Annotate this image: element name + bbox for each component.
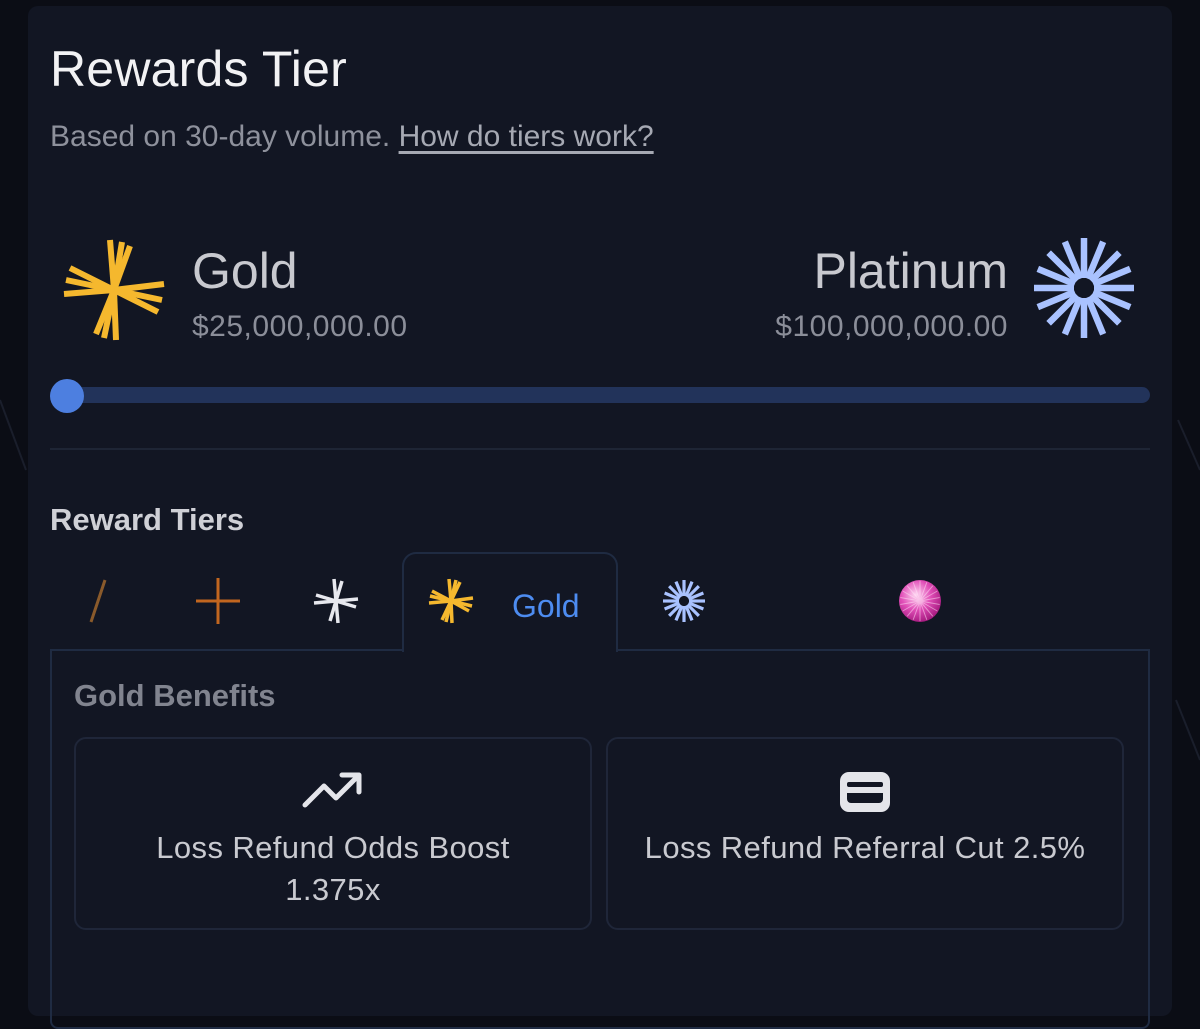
- tab-gold-icon-wrap: [426, 561, 476, 641]
- subtitle: Based on 30-day volume. How do tiers wor…: [50, 120, 654, 154]
- pink-sunburst-icon: [899, 580, 941, 622]
- tab-tier-5[interactable]: [654, 561, 714, 641]
- platinum-starburst-icon: [663, 580, 705, 622]
- tab-tier-1[interactable]: [68, 561, 128, 641]
- tab-tier-2[interactable]: [188, 561, 248, 641]
- benefit-card-referral-cut: Loss Refund Referral Cut 2.5%: [606, 737, 1124, 930]
- subtitle-text: Based on 30-day volume.: [50, 120, 391, 153]
- tab-tier-3[interactable]: [306, 561, 366, 641]
- page-title: Rewards Tier: [50, 41, 347, 97]
- reward-tiers-title: Reward Tiers: [50, 502, 245, 537]
- rewards-tier-card: Rewards Tier Based on 30-day volume. How…: [28, 6, 1172, 1029]
- diamond-starburst-icon: [781, 580, 823, 622]
- next-tier-amount: $100,000,000.00: [775, 310, 1008, 343]
- slash-icon: [89, 579, 107, 623]
- plus-icon: [196, 578, 240, 624]
- benefit-card-odds-boost: Loss Refund Odds Boost 1.375x: [74, 737, 592, 930]
- tab-tier-6[interactable]: [772, 561, 832, 641]
- wallet-icon: [840, 772, 890, 812]
- tab-tier-7[interactable]: [890, 561, 950, 641]
- benefit-label: Loss Refund Odds Boost 1.375x: [156, 830, 510, 907]
- tab-panel-join: [404, 647, 616, 651]
- next-tier-name: Platinum: [813, 243, 1008, 299]
- silver-star-icon: [313, 578, 359, 624]
- gold-star-icon: [428, 578, 474, 624]
- progress-knob: [50, 379, 84, 413]
- trending-up-icon: [302, 772, 362, 808]
- current-tier-amount: $25,000,000.00: [192, 310, 408, 343]
- how-tiers-work-link[interactable]: How do tiers work?: [399, 120, 654, 153]
- gold-star-icon: [63, 239, 165, 341]
- current-tier-name: Gold: [192, 243, 298, 299]
- tier-progress-bar: [50, 387, 1150, 403]
- benefit-label: Loss Refund Referral Cut 2.5%: [644, 830, 1086, 865]
- divider: [50, 448, 1150, 450]
- benefits-title: Gold Benefits: [74, 678, 276, 713]
- platinum-starburst-icon: [1034, 238, 1134, 338]
- tab-gold-label: Gold: [512, 588, 580, 624]
